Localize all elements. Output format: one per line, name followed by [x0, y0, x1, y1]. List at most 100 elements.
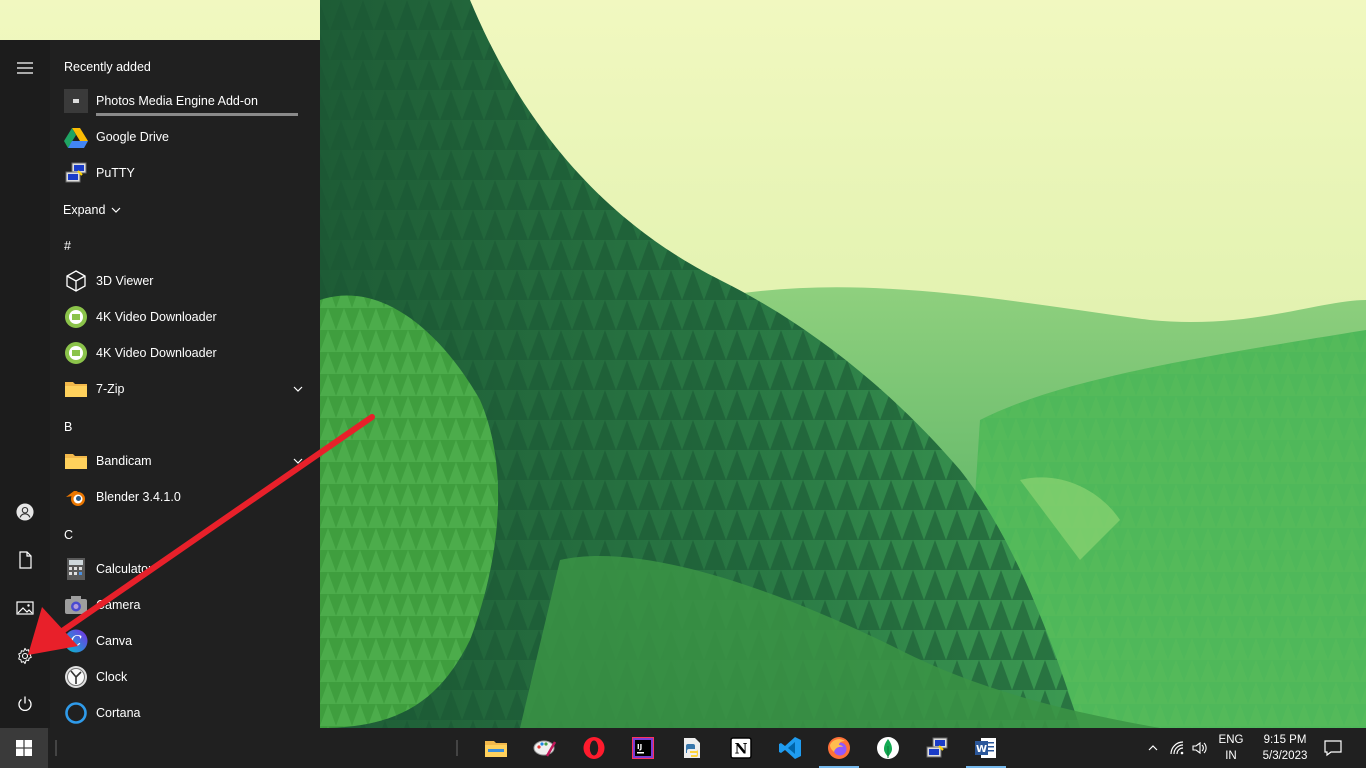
expand-label: Expand [63, 203, 106, 217]
app-blender[interactable]: Blender 3.4.1.0 [60, 479, 312, 515]
opera-browser-icon [583, 737, 605, 759]
google-drive-icon [64, 125, 88, 149]
user-account-button[interactable] [0, 488, 50, 536]
recently-added-heading: Recently added [64, 60, 151, 74]
app-clock[interactable]: Clock [60, 659, 312, 695]
pictures-button[interactable] [0, 584, 50, 632]
svg-text:IJ: IJ [637, 743, 642, 751]
app-label: Cortana [96, 706, 141, 720]
network-button[interactable] [1166, 728, 1188, 768]
app-list: Recently added Photos Media Engine Add-o… [50, 40, 320, 728]
chevron-down-icon [293, 386, 303, 392]
user-account-icon [16, 503, 34, 521]
taskbar: IJ N W ENG IN 9:15 PM 5/3/2023 [0, 728, 1366, 768]
python-idle-icon [684, 738, 700, 758]
photos-addon-icon [64, 89, 88, 113]
taskbar-divider [55, 740, 57, 756]
volume-button[interactable] [1189, 728, 1211, 768]
settings-button[interactable] [0, 632, 50, 680]
taskbar-firefox[interactable] [815, 728, 863, 768]
taskbar-opera[interactable] [570, 728, 618, 768]
4k-video-downloader-icon [64, 305, 88, 329]
intellij-idea-icon: IJ [632, 737, 654, 759]
blender-icon [64, 485, 88, 509]
letter-header-b[interactable]: B [64, 420, 94, 434]
chevron-down-icon [293, 458, 303, 464]
app-label: 4K Video Downloader [96, 346, 217, 360]
clock-date-button[interactable]: 9:15 PM 5/3/2023 [1252, 728, 1318, 768]
taskbar-divider [456, 740, 458, 756]
clock-icon [64, 665, 88, 689]
pictures-icon [16, 601, 34, 615]
app-label: Canva [96, 634, 133, 648]
power-icon [18, 696, 32, 711]
svg-text:W: W [976, 744, 987, 755]
clock-date: 5/3/2023 [1262, 750, 1308, 762]
hamburger-menu-button[interactable] [0, 44, 50, 92]
app-label: Photos Media Engine Add-on [96, 94, 258, 108]
app-label: Camera [96, 598, 141, 612]
app-canva[interactable]: C Canva [60, 623, 312, 659]
app-bandicam-folder[interactable]: Bandicam [60, 443, 312, 479]
taskbar-file-explorer[interactable] [472, 728, 520, 768]
taskbar-vs-code[interactable] [766, 728, 814, 768]
paint-icon [533, 740, 557, 757]
start-button[interactable] [0, 728, 48, 768]
taskbar-paint[interactable] [521, 728, 569, 768]
install-progress-fill [96, 113, 298, 116]
putty-icon [64, 161, 88, 185]
app-label: 4K Video Downloader [96, 310, 217, 324]
app-camera[interactable]: Camera [60, 587, 312, 623]
vs-code-icon [779, 737, 801, 759]
action-center-button[interactable] [1318, 728, 1348, 768]
taskbar-putty[interactable] [913, 728, 961, 768]
power-button[interactable] [0, 680, 50, 728]
clock-display: 9:15 PM 5/3/2023 [1263, 732, 1308, 764]
app-label: Google Drive [96, 130, 169, 144]
canva-icon: C [64, 629, 88, 653]
app-cortana[interactable]: Cortana [60, 695, 312, 731]
input-language-button[interactable]: ENG IN [1213, 728, 1249, 768]
4k-video-downloader-icon [64, 341, 88, 365]
app-putty[interactable]: PuTTY [60, 155, 312, 191]
letter-header-hash[interactable]: # [64, 239, 94, 253]
install-progress-bar [96, 113, 298, 116]
taskbar-python-idle[interactable] [668, 728, 716, 768]
show-hidden-icons-button[interactable] [1142, 728, 1164, 768]
app-calculator[interactable]: Calculator [60, 551, 312, 587]
folder-icon [64, 449, 88, 473]
notion-icon: N [730, 737, 752, 759]
camera-icon [64, 593, 88, 617]
wifi-icon [1170, 741, 1184, 755]
letter-header-c[interactable]: C [64, 528, 94, 542]
documents-icon [19, 551, 32, 569]
app-3d-viewer[interactable]: 3D Viewer [60, 263, 312, 299]
3d-viewer-icon [64, 269, 88, 293]
app-google-drive[interactable]: Google Drive [60, 119, 312, 155]
app-7-zip-folder[interactable]: 7-Zip [60, 371, 312, 407]
app-label: 7-Zip [96, 382, 125, 396]
start-menu-rail [0, 40, 50, 728]
app-4k-video-downloader-2[interactable]: 4K Video Downloader [60, 335, 312, 371]
taskbar-microsoft-word[interactable]: W [962, 728, 1010, 768]
cortana-icon [64, 701, 88, 725]
firefox-icon [828, 737, 850, 759]
chevron-up-icon [1148, 745, 1158, 751]
file-explorer-icon [485, 741, 507, 757]
app-label: PuTTY [96, 166, 135, 180]
app-4k-video-downloader[interactable]: 4K Video Downloader [60, 299, 312, 335]
svg-text:C: C [70, 632, 82, 650]
taskbar-notion[interactable]: N [717, 728, 765, 768]
mongodb-compass-icon [877, 737, 899, 759]
svg-text:N: N [735, 742, 748, 758]
folder-icon [64, 377, 88, 401]
expand-recent-button[interactable]: Expand [63, 200, 121, 220]
clock-time: 9:15 PM [1263, 734, 1307, 746]
chevron-down-icon [111, 207, 121, 213]
settings-gear-icon [18, 647, 32, 665]
windows-logo-icon [16, 740, 32, 756]
start-menu: Recently added Photos Media Engine Add-o… [0, 40, 320, 728]
documents-button[interactable] [0, 536, 50, 584]
taskbar-intellij[interactable]: IJ [619, 728, 667, 768]
taskbar-mongodb-compass[interactable] [864, 728, 912, 768]
